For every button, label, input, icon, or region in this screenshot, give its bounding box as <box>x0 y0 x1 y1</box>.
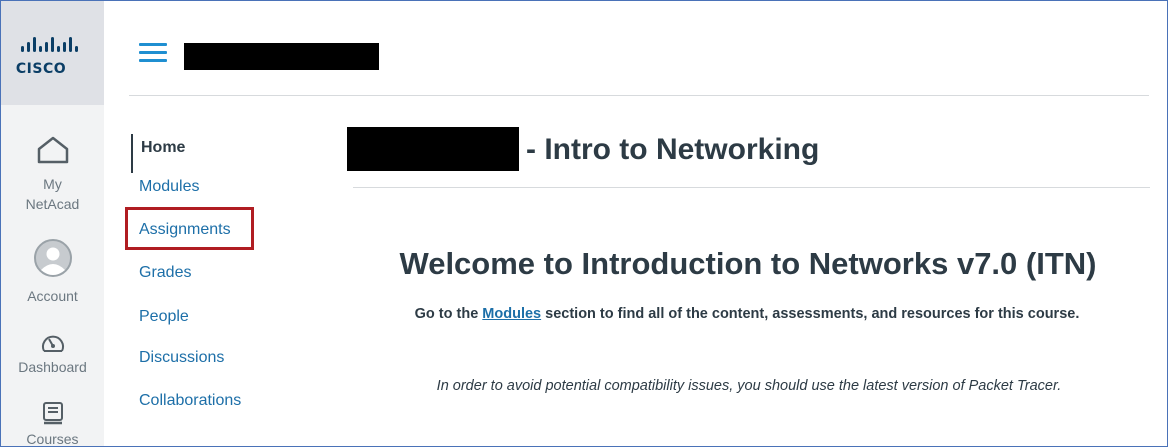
para1-suffix: section to find all of the content, asse… <box>541 306 1080 322</box>
nav-my-netacad[interactable]: My NetAcad <box>1 135 104 214</box>
course-nav-people[interactable]: People <box>139 308 189 326</box>
course-nav-discussions[interactable]: Discussions <box>139 349 224 367</box>
assignments-highlight-box <box>125 207 254 250</box>
courses-icon <box>42 402 63 425</box>
cisco-logo[interactable]: cisco <box>1 1 104 105</box>
modules-instructions: Go to the Modules section to find all of… <box>371 301 1123 327</box>
hamburger-menu-icon[interactable] <box>139 43 169 65</box>
redacted-course-code <box>347 127 519 171</box>
title-divider <box>353 187 1150 188</box>
course-title: - Intro to Networking <box>526 133 820 166</box>
nav-account[interactable]: Account <box>1 238 104 306</box>
avatar-icon <box>33 239 72 277</box>
nav-my-netacad-label-2: NetAcad <box>25 196 80 212</box>
welcome-heading: Welcome to Introduction to Networks v7.0… <box>399 246 1097 281</box>
global-nav: cisco My NetAcad Account Dash <box>1 1 104 446</box>
home-icon <box>37 136 68 164</box>
course-nav-collaborations[interactable]: Collaborations <box>139 392 241 410</box>
cisco-logo-text: cisco <box>15 61 67 77</box>
header-divider <box>129 95 1149 96</box>
modules-link[interactable]: Modules <box>482 306 541 322</box>
dashboard-icon <box>41 335 64 352</box>
app-frame: cisco My NetAcad Account Dash <box>0 0 1168 447</box>
nav-my-netacad-label-1: My <box>43 176 62 192</box>
nav-dashboard[interactable]: Dashboard <box>1 331 104 377</box>
para1-prefix: Go to the <box>414 306 483 322</box>
redacted-breadcrumb <box>184 43 379 70</box>
nav-courses-label: Courses <box>26 431 79 447</box>
packet-tracer-note: In order to avoid potential compatibilit… <box>436 378 1062 394</box>
nav-account-label: Account <box>27 288 78 304</box>
nav-dashboard-label: Dashboard <box>18 359 87 375</box>
nav-courses[interactable]: Courses <box>1 401 104 447</box>
cisco-bridge-icon <box>21 37 78 52</box>
course-nav-home[interactable]: Home <box>131 134 185 173</box>
course-nav-grades[interactable]: Grades <box>139 264 191 282</box>
course-nav-modules[interactable]: Modules <box>139 178 199 196</box>
